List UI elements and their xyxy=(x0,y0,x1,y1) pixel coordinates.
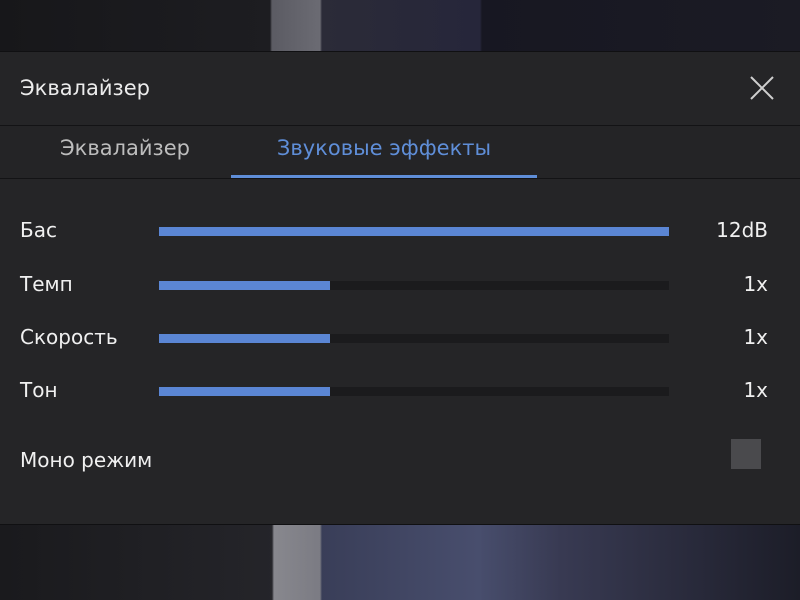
effect-row-tempo: Темп 1x xyxy=(0,264,800,304)
close-icon xyxy=(750,76,774,100)
mono-mode-checkbox[interactable] xyxy=(731,439,761,469)
effect-row-speed: Скорость 1x xyxy=(0,317,800,357)
slider-fill xyxy=(159,387,330,396)
pitch-slider[interactable] xyxy=(159,387,669,396)
mono-mode-label: Моно режим xyxy=(20,448,153,472)
effect-label: Скорость xyxy=(20,325,118,349)
effect-row-bass: Бас 12dB xyxy=(0,210,800,250)
effect-value: 1x xyxy=(743,378,768,402)
dialog-title: Эквалайзер xyxy=(20,76,150,100)
speed-slider[interactable] xyxy=(159,334,669,343)
background-video-bottom xyxy=(0,525,800,600)
equalizer-dialog: Эквалайзер Эквалайзер Звуковые эффекты Б… xyxy=(0,51,800,525)
effect-row-pitch: Тон 1x xyxy=(0,370,800,410)
effect-label: Темп xyxy=(20,272,73,296)
effect-value: 12dB xyxy=(716,218,768,242)
dialog-titlebar: Эквалайзер xyxy=(0,52,800,125)
close-button[interactable] xyxy=(746,72,778,104)
slider-fill xyxy=(159,334,330,343)
tab-bar: Эквалайзер Звуковые эффекты xyxy=(0,125,800,179)
bass-slider[interactable] xyxy=(159,227,669,236)
tab-sound-effects[interactable]: Звуковые эффекты xyxy=(231,136,537,178)
tempo-slider[interactable] xyxy=(159,281,669,290)
slider-fill xyxy=(159,227,669,236)
effect-value: 1x xyxy=(743,272,768,296)
tab-equalizer[interactable]: Эквалайзер xyxy=(20,136,230,178)
slider-fill xyxy=(159,281,330,290)
effect-value: 1x xyxy=(743,325,768,349)
effect-label: Бас xyxy=(20,218,57,242)
effect-label: Тон xyxy=(20,378,58,402)
